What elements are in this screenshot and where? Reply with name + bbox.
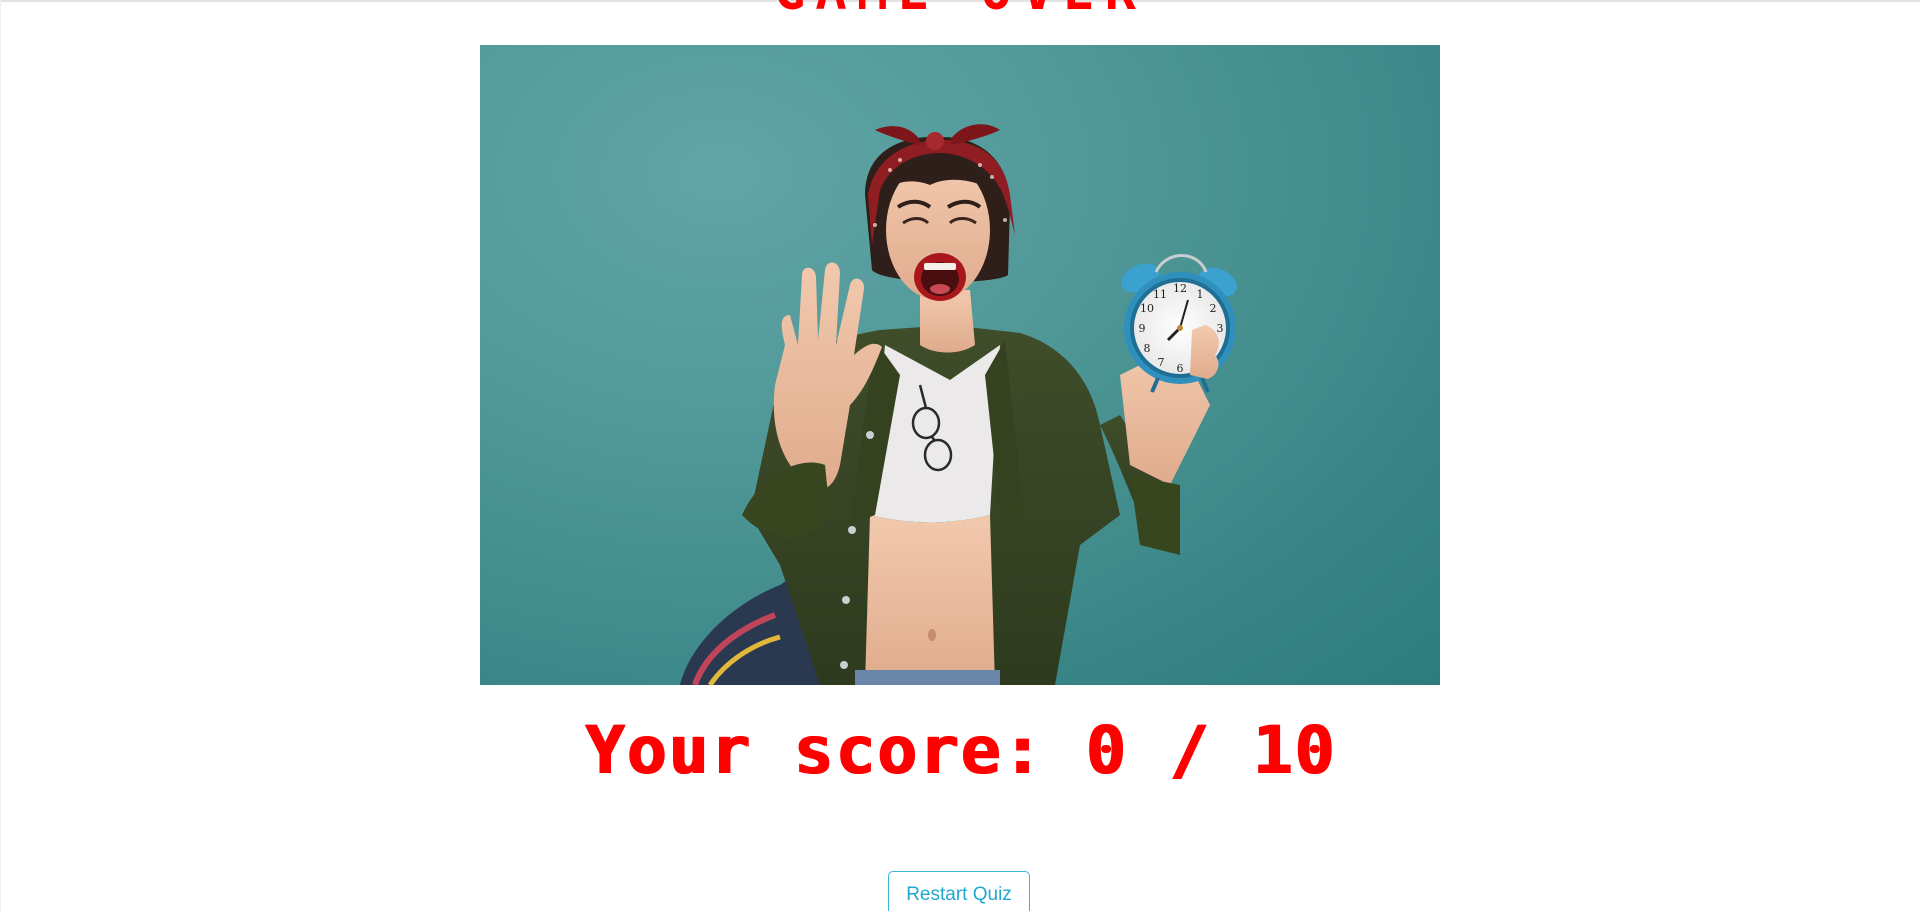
page-title: GAME OVER <box>0 0 1920 22</box>
score-text: Your score: 0 / 10 <box>584 712 1336 789</box>
svg-text:10: 10 <box>1140 302 1154 315</box>
svg-text:6: 6 <box>1177 362 1184 375</box>
left-border <box>0 0 1 911</box>
result-photo: 12 1 2 3 4 5 6 7 8 9 10 11 <box>480 45 1440 685</box>
svg-text:12: 12 <box>1173 282 1187 295</box>
svg-text:3: 3 <box>1217 322 1224 335</box>
svg-text:1: 1 <box>1197 288 1204 301</box>
restart-quiz-button[interactable]: Restart Quiz <box>888 871 1030 911</box>
svg-text:9: 9 <box>1139 322 1146 335</box>
svg-text:2: 2 <box>1210 302 1217 315</box>
svg-text:8: 8 <box>1144 342 1151 355</box>
svg-text:11: 11 <box>1153 288 1167 301</box>
woman-with-alarm-clock-photo: 12 1 2 3 4 5 6 7 8 9 10 11 <box>680 124 1237 685</box>
quiz-results-page: GAME OVER <box>0 0 1920 911</box>
svg-text:7: 7 <box>1158 356 1165 369</box>
